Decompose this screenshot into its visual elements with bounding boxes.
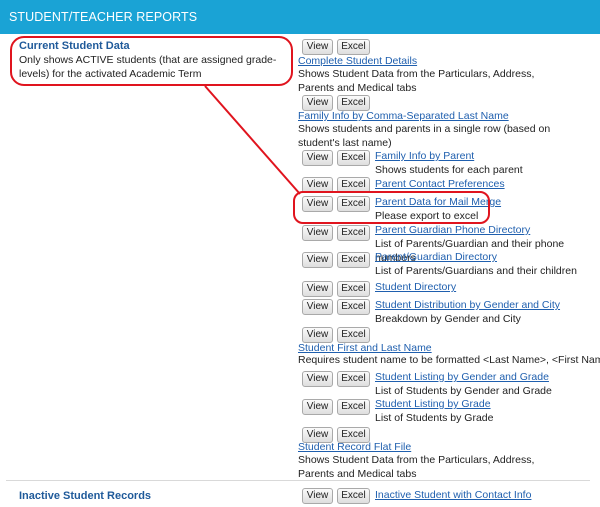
annotation-arrow [204,85,301,195]
